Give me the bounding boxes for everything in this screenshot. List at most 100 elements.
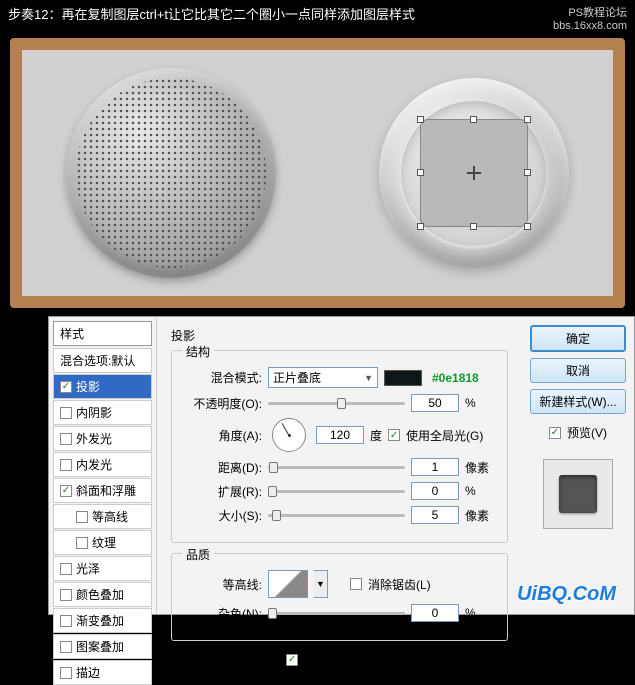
preview-box [543,459,613,529]
spread-slider[interactable] [268,490,405,493]
handle-bl[interactable] [417,223,424,230]
handle-tm[interactable] [470,116,477,123]
color-swatch[interactable] [384,370,422,386]
knockout-checkbox[interactable] [286,654,298,666]
blend-mode-select[interactable]: 正片叠底▼ [268,367,378,388]
cancel-button[interactable]: 取消 [530,358,626,383]
angle-input[interactable]: 120 [316,426,364,444]
style-checkbox[interactable] [60,485,72,497]
buttons-column: 确定 取消 新建样式(W)... 预览(V) [522,317,634,614]
style-checkbox[interactable] [60,615,72,627]
canvas [10,38,625,308]
chevron-down-icon[interactable]: ▼ [314,570,328,598]
speaker-left [66,68,276,278]
style-label: 纹理 [92,534,116,551]
preview-checkbox[interactable] [549,427,561,439]
style-label: 图案叠加 [76,638,124,655]
blend-options[interactable]: 混合选项:默认 [53,348,152,373]
spread-label: 扩展(R): [184,483,262,500]
style-checkbox[interactable] [60,563,72,575]
antialias-checkbox[interactable] [350,578,362,590]
style-checkbox[interactable] [76,537,88,549]
styles-column: 样式 混合选项:默认 投影内阴影外发光内发光斜面和浮雕等高线纹理光泽颜色叠加渐变… [49,317,157,614]
structure-group: 结构 混合模式: 正片叠底▼ #0e1818 不透明度(O): 50 % 角度(… [171,350,508,543]
new-style-button[interactable]: 新建样式(W)... [530,389,626,414]
step-text: 步奏12：再在复制图层ctrl+t让它比其它二个圈小一点同样添加图层样式 [8,4,415,32]
style-item-7[interactable]: 光泽 [53,556,152,581]
angle-dial[interactable] [272,418,306,452]
handle-mr[interactable] [524,169,531,176]
hex-note: #0e1818 [432,371,479,385]
wood-frame [10,38,625,308]
style-checkbox[interactable] [60,459,72,471]
style-item-1[interactable]: 内阴影 [53,400,152,425]
noise-label: 杂色(N): [184,605,262,622]
handle-tr[interactable] [524,116,531,123]
style-item-0[interactable]: 投影 [53,374,152,399]
opacity-input[interactable]: 50 [411,394,459,412]
ok-button[interactable]: 确定 [530,325,626,352]
degree-unit: 度 [370,427,382,444]
style-label: 光泽 [76,560,100,577]
handle-bm[interactable] [470,223,477,230]
style-label: 描边 [76,664,100,681]
style-item-6[interactable]: 纹理 [53,530,152,555]
global-light-checkbox[interactable] [388,429,400,441]
style-item-2[interactable]: 外发光 [53,426,152,451]
handle-br[interactable] [524,223,531,230]
blend-mode-label: 混合模式: [184,369,262,386]
style-item-4[interactable]: 斜面和浮雕 [53,478,152,503]
percent-unit2: % [465,484,495,498]
style-checkbox[interactable] [60,381,72,393]
distance-input[interactable]: 1 [411,458,459,476]
quality-group: 品质 等高线: ▼ 消除锯齿(L) 杂色(N): 0 % [171,553,508,641]
quality-label: 品质 [182,546,214,563]
spread-input[interactable]: 0 [411,482,459,500]
style-label: 投影 [76,378,100,395]
knockout-label: 图层挖空投影(U) [304,651,393,668]
style-item-10[interactable]: 图案叠加 [53,634,152,659]
dial-ring [401,101,546,246]
transform-box[interactable] [420,119,528,227]
noise-slider[interactable] [268,612,405,615]
style-item-5[interactable]: 等高线 [53,504,152,529]
style-item-9[interactable]: 渐变叠加 [53,608,152,633]
size-slider[interactable] [268,514,405,517]
opacity-label: 不透明度(O): [184,395,262,412]
distance-slider[interactable] [268,466,405,469]
style-checkbox[interactable] [60,667,72,679]
opacity-slider[interactable] [268,402,405,405]
styles-header: 样式 [53,321,152,346]
style-label: 颜色叠加 [76,586,124,603]
preview-swatch [559,475,597,513]
watermark: UiBQ.CoM [517,583,616,606]
percent-unit3: % [465,606,495,620]
size-input[interactable]: 5 [411,506,459,524]
handle-ml[interactable] [417,169,424,176]
credit: PS教程论坛bbs.16xx8.com [553,4,627,32]
style-label: 内阴影 [76,404,112,421]
style-checkbox[interactable] [76,511,88,523]
style-checkbox[interactable] [60,433,72,445]
chevron-down-icon: ▼ [364,373,373,383]
angle-label: 角度(A): [184,427,262,444]
contour-picker[interactable] [268,570,308,598]
noise-input[interactable]: 0 [411,604,459,622]
px-unit: 像素 [465,459,495,476]
center-icon[interactable] [467,166,481,180]
percent-unit: % [465,396,495,410]
global-light-label: 使用全局光(G) [406,427,483,444]
style-label: 内发光 [76,456,112,473]
panel-title: 投影 [171,327,508,344]
style-item-11[interactable]: 描边 [53,660,152,685]
style-item-3[interactable]: 内发光 [53,452,152,477]
dial-outer [379,78,569,268]
style-item-8[interactable]: 颜色叠加 [53,582,152,607]
style-checkbox[interactable] [60,589,72,601]
style-label: 等高线 [92,508,128,525]
handle-tl[interactable] [417,116,424,123]
style-checkbox[interactable] [60,641,72,653]
style-checkbox[interactable] [60,407,72,419]
antialias-label: 消除锯齿(L) [368,576,431,593]
style-label: 外发光 [76,430,112,447]
